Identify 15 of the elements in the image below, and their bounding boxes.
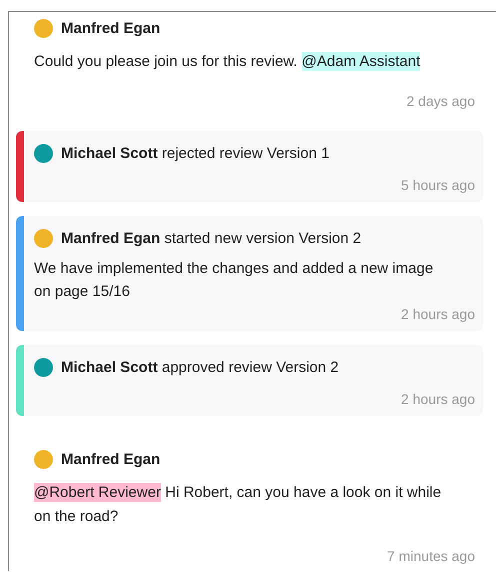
comment-text: Could you please join us for this review. @Adam Assistant [34,51,422,73]
timestamp: 2 days ago [406,92,475,110]
timestamp: 7 minutes ago [387,547,475,565]
timestamp: 2 hours ago [401,390,475,408]
comment-text: @Robert Reviewer Hi Robert, can you have a look on it while on the road? [34,482,442,527]
author-name: Manfred Egan [61,20,160,36]
event-text: Michael Scott approved review Version 2 [61,358,339,376]
mention-link[interactable]: @Robert Reviewer [34,483,161,502]
mention-link[interactable]: @Adam Assistant [302,52,420,71]
event-note: We have implemented the changes and added a new image on page 15/16 [34,259,434,302]
author-name: Manfred Egan [61,450,160,468]
timestamp: 2 hours ago [401,305,475,323]
timestamp: 5 hours ago [401,176,475,194]
event-text: Manfred Egan started new version Version 2 [61,230,362,246]
event-text: Michael Scott rejected review Version 1 [61,144,330,162]
